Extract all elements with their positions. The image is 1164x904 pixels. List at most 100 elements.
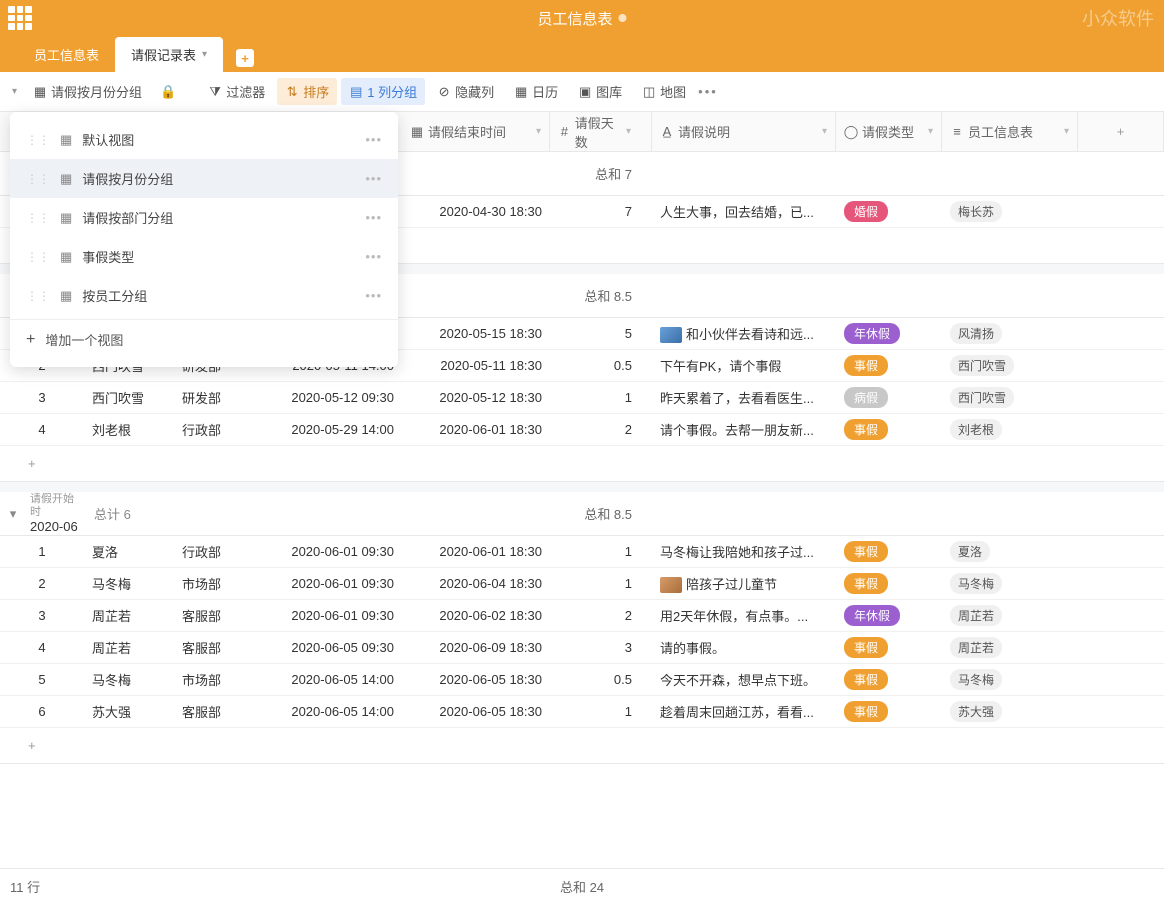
employee-pill[interactable]: 西门吹雪 xyxy=(950,355,1014,376)
cell-end: 2020-05-15 18:30 xyxy=(402,326,550,341)
cell-type: 年休假 xyxy=(836,605,942,626)
table-row[interactable]: 3周芷若客服部2020-06-01 09:302020-06-02 18:302… xyxy=(0,600,1164,632)
more-icon[interactable]: ••• xyxy=(365,288,382,303)
cell-dept: 市场部 xyxy=(174,670,256,689)
cell-name: 夏洛 xyxy=(84,542,174,561)
view-label: 按员工分组 xyxy=(82,286,147,305)
gallery-view-button[interactable]: ▣图库 xyxy=(570,78,630,105)
cell-name: 周芷若 xyxy=(84,606,174,625)
filter-button[interactable]: ⧩过滤器 xyxy=(200,78,273,105)
link-icon: ≡ xyxy=(950,125,964,139)
employee-pill[interactable]: 梅长苏 xyxy=(950,201,1002,222)
table-row[interactable]: 5马冬梅市场部2020-06-05 14:002020-06-05 18:300… xyxy=(0,664,1164,696)
employee-pill[interactable]: 夏洛 xyxy=(950,541,990,562)
cell-index: 3 xyxy=(0,608,84,623)
cell-dept: 客服部 xyxy=(174,638,256,657)
type-badge: 事假 xyxy=(844,669,888,690)
table-row[interactable]: 2马冬梅市场部2020-06-01 09:302020-06-04 18:301… xyxy=(0,568,1164,600)
cell-emp: 马冬梅 xyxy=(942,669,1078,690)
tab-employee-info[interactable]: 员工信息表 xyxy=(18,37,115,72)
more-icon[interactable]: ••• xyxy=(365,249,382,264)
collapse-icon[interactable]: ▾ xyxy=(0,506,26,522)
table-row[interactable]: 1夏洛行政部2020-06-01 09:302020-06-01 18:301马… xyxy=(0,536,1164,568)
employee-pill[interactable]: 马冬梅 xyxy=(950,573,1002,594)
add-row-button[interactable]: + xyxy=(0,446,1164,482)
col-end-time[interactable]: ▦请假结束时间▾ xyxy=(402,112,550,151)
cell-desc: 今天不开森，想早点下班。 xyxy=(652,670,836,689)
group-sum: 总和 8.5 xyxy=(550,504,652,523)
more-menu[interactable]: ••• xyxy=(698,84,718,99)
view-option[interactable]: ⋮⋮▦按员工分组••• xyxy=(10,276,398,315)
chevron-down-icon: ▾ xyxy=(626,126,631,137)
grid-icon: ▦ xyxy=(60,210,72,226)
add-column-button[interactable]: + xyxy=(1078,112,1164,151)
employee-pill[interactable]: 风清扬 xyxy=(950,323,1002,344)
cell-desc: 人生大事，回去结婚，已... xyxy=(652,202,836,221)
view-dropdown: ⋮⋮▦默认视图•••⋮⋮▦请假按月份分组•••⋮⋮▦请假按部门分组•••⋮⋮▦事… xyxy=(10,112,398,367)
add-view-button[interactable]: +增加一个视图 xyxy=(10,319,398,359)
apps-icon[interactable] xyxy=(8,6,32,30)
grip-icon: ⋮⋮ xyxy=(26,172,50,186)
cell-desc: 和小伙伴去看诗和远... xyxy=(652,324,836,344)
table-row[interactable]: 6苏大强客服部2020-06-05 14:002020-06-05 18:301… xyxy=(0,696,1164,728)
cell-name: 周芷若 xyxy=(84,638,174,657)
chevron-down-icon[interactable]: ▾ xyxy=(8,86,21,97)
type-badge: 事假 xyxy=(844,701,888,722)
cell-dept: 市场部 xyxy=(174,574,256,593)
col-employee-link[interactable]: ≡员工信息表▾ xyxy=(942,112,1078,151)
thumbnail-icon xyxy=(660,327,682,343)
cell-end: 2020-06-02 18:30 xyxy=(402,608,550,623)
cell-dept: 客服部 xyxy=(174,606,256,625)
add-tab-button[interactable]: + xyxy=(231,44,259,72)
table-row[interactable]: 4周芷若客服部2020-06-05 09:302020-06-09 18:303… xyxy=(0,632,1164,664)
cell-name: 苏大强 xyxy=(84,702,174,721)
toolbar: ▾ ▦请假按月份分组 🔒 ⧩过滤器 ⇅排序 ▤1 列分组 ⊘隐藏列 ▦日历 ▣图… xyxy=(0,72,1164,112)
sort-button[interactable]: ⇅排序 xyxy=(277,78,337,105)
view-option[interactable]: ⋮⋮▦请假按月份分组••• xyxy=(10,159,398,198)
col-days[interactable]: #请假天数▾ xyxy=(550,112,652,151)
cell-end: 2020-06-04 18:30 xyxy=(402,576,550,591)
employee-pill[interactable]: 周芷若 xyxy=(950,637,1002,658)
view-option[interactable]: ⋮⋮▦请假按部门分组••• xyxy=(10,198,398,237)
cell-type: 事假 xyxy=(836,701,942,722)
map-view-button[interactable]: ◫地图 xyxy=(634,78,694,105)
view-option[interactable]: ⋮⋮▦事假类型••• xyxy=(10,237,398,276)
employee-pill[interactable]: 苏大强 xyxy=(950,701,1002,722)
hide-columns-button[interactable]: ⊘隐藏列 xyxy=(429,78,502,105)
employee-pill[interactable]: 马冬梅 xyxy=(950,669,1002,690)
grid-icon: ▦ xyxy=(60,171,72,187)
view-selector[interactable]: ▦请假按月份分组 xyxy=(25,78,150,105)
cell-end: 2020-06-05 18:30 xyxy=(402,704,550,719)
type-badge: 年休假 xyxy=(844,605,900,626)
type-badge: 事假 xyxy=(844,355,888,376)
cell-emp: 苏大强 xyxy=(942,701,1078,722)
group-button[interactable]: ▤1 列分组 xyxy=(341,78,425,105)
more-icon[interactable]: ••• xyxy=(365,132,382,147)
col-desc[interactable]: A̲请假说明▾ xyxy=(652,112,836,151)
table-row[interactable]: 4刘老根行政部2020-05-29 14:002020-06-01 18:302… xyxy=(0,414,1164,446)
cell-days: 1 xyxy=(550,390,652,405)
grid-icon: ▦ xyxy=(33,85,47,99)
text-icon: A̲ xyxy=(660,125,674,139)
calendar-view-button[interactable]: ▦日历 xyxy=(506,78,566,105)
group-header[interactable]: ▾请假开始时2020-06总计 6总和 8.5 xyxy=(0,492,1164,536)
cell-desc: 陪孩子过儿童节 xyxy=(652,574,836,594)
cell-end: 2020-06-01 18:30 xyxy=(402,422,550,437)
view-option[interactable]: ⋮⋮▦默认视图••• xyxy=(10,120,398,159)
employee-pill[interactable]: 刘老根 xyxy=(950,419,1002,440)
col-type[interactable]: ◯请假类型▾ xyxy=(836,112,942,151)
tab-leave-records[interactable]: 请假记录表▾ xyxy=(115,37,223,72)
table-row[interactable]: 3西门吹雪研发部2020-05-12 09:302020-05-12 18:30… xyxy=(0,382,1164,414)
cell-type: 事假 xyxy=(836,573,942,594)
more-icon[interactable]: ••• xyxy=(365,210,382,225)
cell-type: 事假 xyxy=(836,419,942,440)
employee-pill[interactable]: 西门吹雪 xyxy=(950,387,1014,408)
cell-end: 2020-05-12 18:30 xyxy=(402,390,550,405)
grid-icon: ▦ xyxy=(60,249,72,265)
add-row-button[interactable]: + xyxy=(0,728,1164,764)
title-text: 员工信息表 xyxy=(537,8,612,29)
grip-icon: ⋮⋮ xyxy=(26,250,50,264)
employee-pill[interactable]: 周芷若 xyxy=(950,605,1002,626)
more-icon[interactable]: ••• xyxy=(365,171,382,186)
cell-start: 2020-05-29 14:00 xyxy=(256,422,402,437)
